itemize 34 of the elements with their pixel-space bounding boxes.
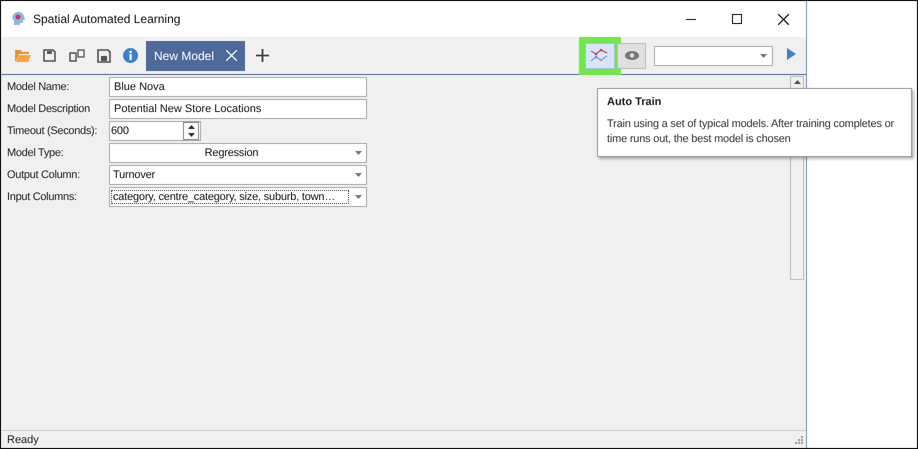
preview-button[interactable] — [617, 42, 646, 68]
field-label: Output Column: — [6, 169, 81, 181]
spinner-icon[interactable] — [183, 122, 199, 140]
window-title: Spatial Automated Learning — [33, 12, 180, 26]
field-label: Input Columns: — [6, 191, 78, 203]
text-field[interactable]: Blue Nova — [109, 77, 367, 97]
field-label: Model Description — [6, 103, 91, 115]
app-icon — [11, 11, 27, 27]
model-dropdown[interactable] — [654, 46, 773, 66]
number-field[interactable]: 600 — [109, 121, 201, 141]
caret-icon — [354, 195, 362, 199]
close-icon — [778, 14, 788, 24]
tooltip-title: Auto Train — [607, 96, 662, 108]
tooltip-text: Train using a set of typical models. After training completes or time runs out, the best model is chosen — [607, 117, 895, 147]
caret-icon — [354, 151, 362, 155]
maximize-icon — [732, 14, 742, 24]
tab[interactable]: New Model — [146, 40, 246, 70]
text-field[interactable]: Potential New Store Locations — [109, 99, 367, 119]
caret-icon — [354, 173, 362, 177]
caret-icon — [760, 54, 767, 58]
plus-icon — [256, 49, 270, 62]
status-text: Ready — [7, 434, 39, 446]
resize-grip-icon[interactable] — [795, 436, 803, 444]
up-arrow-icon — [794, 80, 800, 84]
dropdown[interactable]: category, centre_category, size, suburb, town… — [109, 187, 367, 207]
dropdown[interactable]: Turnover — [109, 165, 367, 185]
close-tab-icon[interactable] — [226, 50, 238, 61]
eye-icon — [624, 51, 638, 60]
minimize-icon — [686, 18, 696, 20]
field-label: Model Name: — [6, 81, 70, 93]
field-label: Model Type: — [6, 147, 64, 159]
field-label: Timeout (Seconds): — [6, 125, 98, 137]
dropdown[interactable]: Regression — [109, 143, 367, 163]
line-chart-icon — [590, 48, 610, 64]
